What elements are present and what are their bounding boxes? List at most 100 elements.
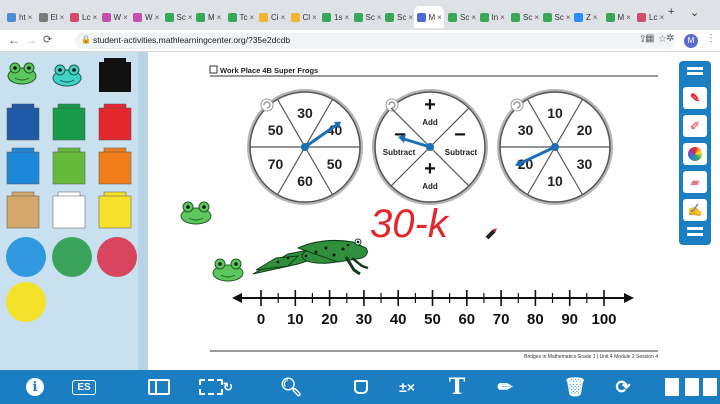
- circle-piece[interactable]: [6, 237, 46, 277]
- trash-icon[interactable]: 🗑︎: [562, 373, 588, 401]
- spinner-tens-right[interactable]: 102030102030: [497, 89, 613, 205]
- close-tab-icon[interactable]: ×: [155, 13, 160, 22]
- close-tab-icon[interactable]: ×: [471, 13, 475, 22]
- address-bar[interactable]: 🔒 student-activities.mathlearningcenter.…: [75, 33, 675, 49]
- close-tab-icon[interactable]: ×: [217, 13, 222, 22]
- sidebar-toggle-icon[interactable]: [145, 373, 173, 401]
- language-es-button[interactable]: ES: [70, 373, 98, 401]
- block-piece[interactable]: [52, 103, 86, 141]
- block-piece[interactable]: [6, 103, 40, 141]
- close-tab-icon[interactable]: ×: [60, 13, 65, 22]
- browser-tab[interactable]: Sc ×: [508, 6, 539, 28]
- browser-tab[interactable]: Z ×: [571, 6, 602, 28]
- browser-tab[interactable]: W ×: [99, 6, 130, 28]
- spinner-reset-icon[interactable]: [260, 98, 274, 112]
- close-tab-icon[interactable]: ×: [188, 13, 192, 22]
- back-icon[interactable]: ←: [8, 33, 20, 47]
- browser-tab[interactable]: El ×: [36, 6, 67, 28]
- text-tool-icon[interactable]: T: [444, 373, 470, 401]
- close-tab-icon[interactable]: ×: [500, 13, 505, 22]
- tab-label: W: [113, 12, 122, 22]
- spinner-reset-icon[interactable]: [510, 98, 524, 112]
- extensions-icon[interactable]: ▦: [645, 33, 654, 44]
- browser-tab[interactable]: Sc ×: [445, 6, 476, 28]
- block-piece[interactable]: [98, 147, 132, 185]
- reset-icon[interactable]: ⟳: [610, 373, 636, 401]
- spinner-tens-left[interactable]: 304050607050: [247, 89, 363, 205]
- browser-tab[interactable]: M ×: [413, 6, 444, 28]
- close-tab-icon[interactable]: ×: [312, 13, 317, 22]
- block-piece[interactable]: [6, 147, 40, 185]
- operation-sign: +: [424, 94, 436, 116]
- browser-tab[interactable]: Tc ×: [225, 6, 256, 28]
- browser-tab[interactable]: Sc ×: [351, 6, 381, 28]
- zoom-icon[interactable]: 🔍︎: [278, 373, 304, 401]
- tab-label: Sc: [397, 12, 407, 22]
- block-piece[interactable]: [6, 191, 40, 229]
- page-icon-3[interactable]: [702, 373, 718, 401]
- close-tab-icon[interactable]: ×: [408, 13, 412, 22]
- close-tab-icon[interactable]: ×: [250, 13, 255, 22]
- pencil-tool-icon[interactable]: ✏︎: [492, 373, 518, 401]
- block-piece[interactable]: [52, 191, 86, 229]
- eraser-tool-icon[interactable]: ▰: [683, 171, 707, 193]
- circle-piece[interactable]: [6, 282, 46, 322]
- browser-tab[interactable]: Lc ×: [67, 6, 98, 28]
- close-tab-icon[interactable]: ×: [281, 13, 286, 22]
- edit-page-icon[interactable]: ✍: [683, 199, 707, 221]
- browser-tab[interactable]: In ×: [477, 6, 508, 28]
- close-tab-icon[interactable]: ×: [437, 13, 442, 22]
- browser-tab[interactable]: M ×: [603, 6, 634, 28]
- frog-piece-canvas-2[interactable]: [212, 258, 244, 282]
- browser-tab[interactable]: Ci ×: [256, 6, 287, 28]
- browser-tab[interactable]: Sc ×: [382, 6, 413, 28]
- page-icon-2[interactable]: [684, 373, 700, 401]
- block-piece[interactable]: [98, 103, 132, 141]
- close-tab-icon[interactable]: ×: [534, 13, 538, 22]
- browser-tab[interactable]: Sc ×: [162, 6, 192, 28]
- block-black[interactable]: [99, 58, 131, 92]
- profile-avatar[interactable]: M: [684, 34, 698, 48]
- spinner-operation[interactable]: +Add−Subtract+Add−Subtract: [372, 89, 488, 205]
- close-tab-icon[interactable]: ×: [659, 13, 664, 22]
- browser-tab[interactable]: Cl ×: [288, 6, 319, 28]
- page-icon-1[interactable]: [664, 373, 680, 401]
- browser-tab[interactable]: Lc ×: [634, 6, 665, 28]
- frog-piece-1[interactable]: [7, 62, 37, 85]
- color-wheel-icon[interactable]: [683, 143, 707, 165]
- block-piece[interactable]: [98, 191, 132, 229]
- browser-tab[interactable]: Sc ×: [540, 6, 570, 28]
- frog-piece-canvas-1[interactable]: [180, 201, 212, 225]
- close-tab-icon[interactable]: ×: [566, 13, 570, 22]
- circle-piece[interactable]: [97, 237, 137, 277]
- palette-scrollbar[interactable]: [138, 52, 148, 370]
- block-piece[interactable]: [52, 147, 86, 185]
- marker-tool-icon[interactable]: ✐: [683, 115, 707, 137]
- browser-menu-icon[interactable]: ⋮: [706, 33, 716, 44]
- close-tab-icon[interactable]: ×: [28, 13, 33, 22]
- puzzle-icon[interactable]: ✲: [666, 33, 674, 44]
- browser-tab[interactable]: M ×: [193, 6, 224, 28]
- pen-tool-icon[interactable]: ✎: [683, 87, 707, 109]
- reload-icon[interactable]: ⟳: [43, 33, 52, 46]
- new-tab-icon[interactable]: +: [668, 6, 674, 18]
- resize-window-icon[interactable]: ↻: [198, 373, 234, 401]
- worksheet-canvas[interactable]: Work Place 4B Super Frogs 30 40 50 60 70 50 +…: [148, 52, 660, 370]
- math-symbols-icon[interactable]: ±×: [394, 373, 420, 401]
- browser-tab[interactable]: W ×: [130, 6, 161, 28]
- info-icon[interactable]: i: [22, 373, 48, 401]
- browser-tab[interactable]: ht ×: [4, 6, 35, 28]
- close-tab-icon[interactable]: ×: [344, 13, 349, 22]
- tab-label: Lc: [649, 12, 658, 22]
- close-tab-icon[interactable]: ×: [123, 13, 128, 22]
- close-tab-icon[interactable]: ×: [377, 13, 381, 22]
- close-tab-icon[interactable]: ×: [92, 13, 97, 22]
- tab-search-icon[interactable]: ⌄: [690, 6, 699, 19]
- frog-piece-2[interactable]: [52, 64, 82, 87]
- close-tab-icon[interactable]: ×: [593, 13, 598, 22]
- circle-piece[interactable]: [52, 237, 92, 277]
- close-tab-icon[interactable]: ×: [626, 13, 631, 22]
- forward-icon[interactable]: →: [25, 33, 37, 47]
- fill-bucket-icon[interactable]: [348, 373, 374, 401]
- browser-tab[interactable]: 1s ×: [319, 6, 350, 28]
